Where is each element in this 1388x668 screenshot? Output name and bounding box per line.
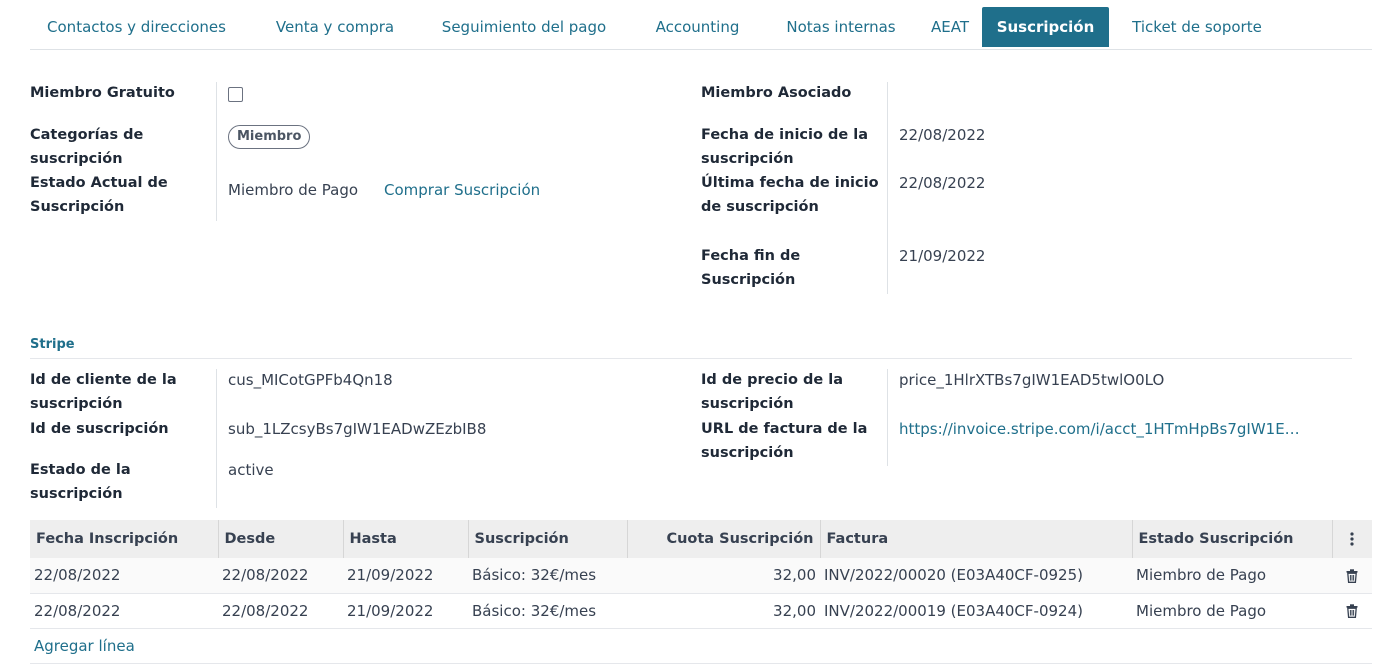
end-date-value: 21/09/2022 [899,247,986,265]
subscription-id-label: Id de suscripción [30,421,169,437]
tab-bar: Contactos y direcciones Venta y compra S… [30,7,1372,50]
stripe-section-title: Stripe [30,337,75,352]
delete-row-button[interactable] [1332,558,1372,594]
free-member-checkbox[interactable] [228,87,243,102]
column-header-estado[interactable]: Estado Suscripción [1132,520,1333,558]
cell-fecha-inscripcion: 22/08/2022 [30,593,218,629]
cell-hasta: 21/09/2022 [343,558,468,594]
invoice-url-link[interactable]: https://invoice.stripe.com/i/acct_1HTmHp… [899,417,1329,441]
buy-subscription-link[interactable]: Comprar Suscripción [384,178,540,202]
last-start-date-value: 22/08/2022 [899,174,986,192]
subscription-id-value: sub_1LZcsyBs7gIW1EADwZEzbIB8 [228,420,487,438]
column-header-fecha-inscripcion[interactable]: Fecha Inscripción [30,520,219,558]
trash-icon [1346,569,1358,583]
vertical-dots-icon [1350,532,1354,546]
table-row[interactable]: 22/08/2022 22/08/2022 21/09/2022 Básico:… [30,593,1372,629]
column-options[interactable] [1332,520,1372,558]
cell-desde: 22/08/2022 [218,558,343,594]
categories-label: Categorías de suscripción [30,127,144,167]
associate-member-label: Miembro Asociado [701,85,852,101]
subscription-status-label: Estado de la suscripción [30,462,131,502]
add-line-row: Agregar línea [30,628,1372,664]
current-state-value: Miembro de Pago [228,181,359,199]
customer-id-label: Id de cliente de la suscripción [30,372,177,412]
field-separator [216,82,217,221]
tab-ticket-soporte[interactable]: Ticket de soporte [1123,7,1271,47]
delete-row-button[interactable] [1332,593,1372,629]
subscription-lines-table: Fecha Inscripción Desde Hasta Suscripció… [30,520,1372,664]
current-state-label: Estado Actual de Suscripción [30,175,168,215]
end-date-label: Fecha fin de Suscripción [701,248,801,288]
tab-contactos[interactable]: Contactos y direcciones [30,7,243,47]
customer-id-value: cus_MICotGPFb4Qn18 [228,371,393,389]
section-divider [30,358,1352,359]
field-separator [887,369,888,466]
column-header-suscripcion[interactable]: Suscripción [468,520,628,558]
field-separator [887,82,888,294]
field-separator [216,369,217,508]
start-date-label: Fecha de inicio de la suscripción [701,127,869,167]
category-tag-miembro: Miembro [228,125,311,149]
subscription-status-value: active [228,461,274,479]
cell-factura: INV/2022/00020 (E03A40CF-0925) [820,558,1132,594]
tab-accounting[interactable]: Accounting [640,7,755,47]
cell-suscripcion: Básico: 32€/mes [468,593,627,629]
free-member-label: Miembro Gratuito [30,85,175,101]
cell-cuota: 32,00 [627,558,820,594]
column-header-factura[interactable]: Factura [820,520,1133,558]
last-start-date-label: Última fecha de inicio de suscripción [701,175,879,215]
price-id-value: price_1HlrXTBs7gIW1EAD5twlO0LO [899,371,1165,389]
cell-cuota: 32,00 [627,593,820,629]
tab-notas-internas[interactable]: Notas internas [774,7,908,47]
column-header-cuota[interactable]: Cuota Suscripción [627,520,821,558]
cell-estado: Miembro de Pago [1132,593,1332,629]
trash-icon [1346,604,1358,618]
price-id-label: Id de precio de la suscripción [701,372,844,412]
table-row[interactable]: 22/08/2022 22/08/2022 21/09/2022 Básico:… [30,558,1372,594]
invoice-url-label: URL de factura de la suscripción [701,421,868,461]
cell-desde: 22/08/2022 [218,593,343,629]
cell-fecha-inscripcion: 22/08/2022 [30,558,218,594]
tab-aeat[interactable]: AEAT [924,7,976,47]
cell-estado: Miembro de Pago [1132,558,1332,594]
tab-suscripcion[interactable]: Suscripción [982,7,1109,47]
cell-suscripcion: Básico: 32€/mes [468,558,627,594]
cell-hasta: 21/09/2022 [343,593,468,629]
column-header-desde[interactable]: Desde [218,520,344,558]
tab-seguimiento-pago[interactable]: Seguimiento del pago [427,7,621,47]
cell-factura: INV/2022/00019 (E03A40CF-0924) [820,593,1132,629]
table-header-row: Fecha Inscripción Desde Hasta Suscripció… [30,520,1372,558]
add-line-link[interactable]: Agregar línea [34,637,135,655]
column-header-hasta[interactable]: Hasta [343,520,469,558]
start-date-value: 22/08/2022 [899,126,986,144]
tab-venta-compra[interactable]: Venta y compra [262,7,408,47]
